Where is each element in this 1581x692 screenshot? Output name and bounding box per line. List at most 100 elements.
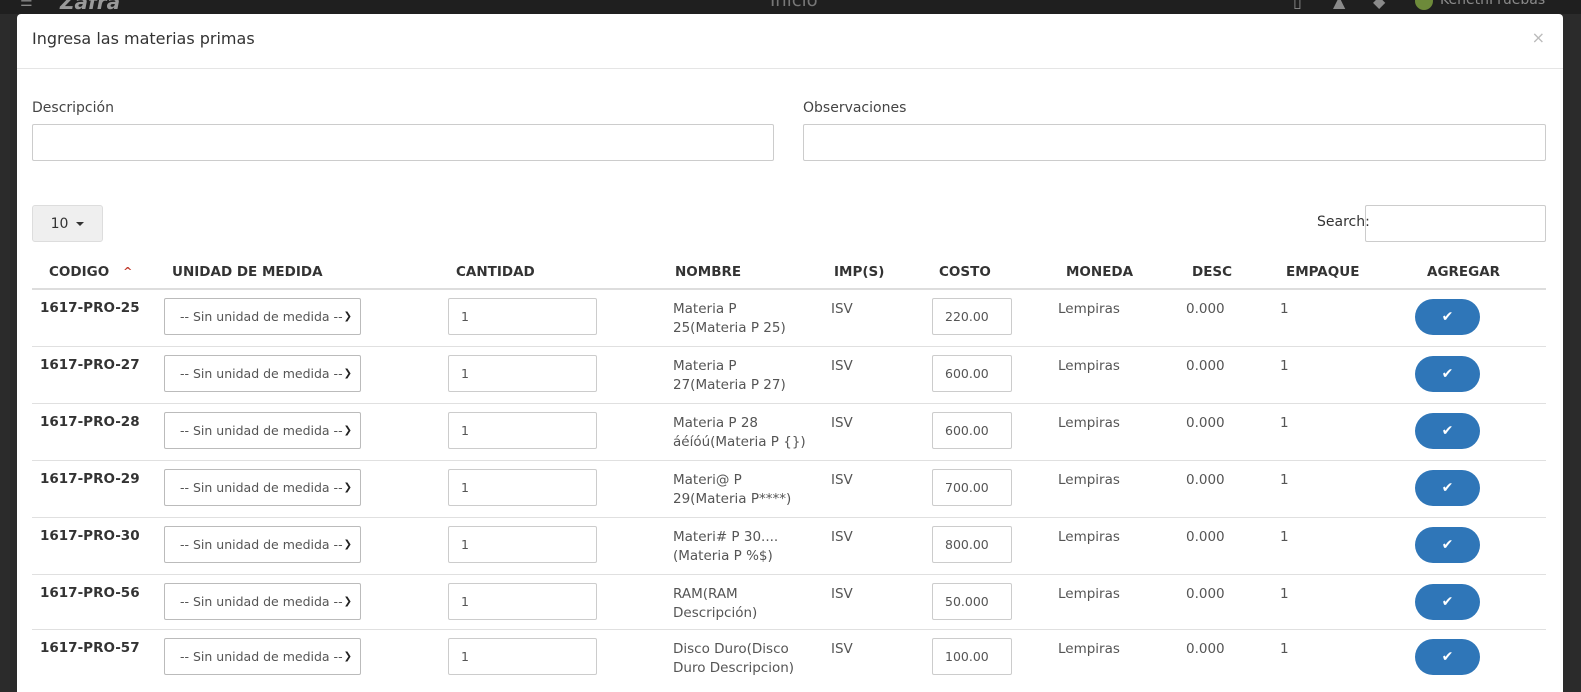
cell-cantidad: 1 — [441, 573, 660, 629]
chevron-down-icon: ❯ — [343, 481, 352, 493]
cell-empaque: 1 — [1277, 402, 1415, 460]
descripcion-input[interactable] — [32, 124, 774, 161]
check-icon: ✔ — [1441, 648, 1454, 665]
costo-input[interactable]: 220.00 — [932, 298, 1012, 335]
unidad-selected-value: -- Sin unidad de medida -- — [180, 648, 343, 664]
imp-text: ISV — [831, 301, 853, 317]
table-row: 1617-PRO-28 -- Sin unidad de medida -- ❯… — [32, 402, 1546, 460]
table-row: 1617-PRO-25 -- Sin unidad de medida -- ❯… — [32, 288, 1546, 346]
column-header-nombre[interactable]: NOMBRE — [660, 256, 819, 290]
cell-agregar: ✔ — [1415, 288, 1546, 346]
agregar-button[interactable]: ✔ — [1415, 583, 1480, 620]
cell-nombre: Materi# P 30.... (Materia P %$) — [660, 516, 819, 574]
cantidad-input[interactable]: 1 — [448, 354, 597, 392]
unidad-selected-value: -- Sin unidad de medida -- — [180, 365, 343, 381]
costo-input[interactable]: 50.000 — [932, 582, 1012, 620]
codigo-text: 1617-PRO-56 — [40, 584, 140, 601]
costo-input[interactable]: 600.00 — [932, 411, 1012, 449]
costo-input[interactable]: 800.00 — [932, 525, 1012, 563]
cell-costo: 700.00 — [925, 459, 1052, 517]
empaque-text: 1 — [1280, 640, 1289, 657]
app-logo: Zafra — [60, 0, 121, 14]
nombre-text: RAM(RAM Descripción) — [673, 585, 758, 621]
column-label: DESC — [1192, 264, 1233, 280]
page-length-dropdown[interactable]: 10 — [32, 205, 103, 242]
column-label: CANTIDAD — [456, 264, 535, 280]
descripcion-label: Descripción — [32, 100, 114, 116]
cell-moneda: Lempiras — [1052, 459, 1183, 517]
observaciones-input[interactable] — [803, 124, 1546, 161]
cantidad-input[interactable]: 1 — [448, 637, 597, 675]
cell-empaque: 1 — [1277, 288, 1415, 346]
chevron-down-icon: ❯ — [343, 367, 352, 379]
costo-input[interactable]: 100.00 — [932, 637, 1012, 675]
cantidad-input[interactable]: 1 — [448, 582, 597, 620]
unidad-select[interactable]: -- Sin unidad de medida -- ❯ — [164, 637, 361, 675]
check-icon: ✔ — [1441, 479, 1454, 496]
column-header-codigo[interactable]: CODIGO ^ — [32, 256, 157, 290]
moneda-text: Lempiras — [1058, 585, 1120, 602]
cell-nombre: RAM(RAM Descripción) — [660, 573, 819, 629]
unidad-select[interactable]: -- Sin unidad de medida -- ❯ — [164, 354, 361, 392]
unidad-select[interactable]: -- Sin unidad de medida -- ❯ — [164, 411, 361, 449]
cantidad-input[interactable]: 1 — [448, 525, 597, 563]
moneda-text: Lempiras — [1058, 471, 1120, 488]
empaque-text: 1 — [1280, 528, 1289, 545]
column-header-empaque[interactable]: EMPAQUE — [1277, 256, 1415, 290]
cell-empaque: 1 — [1277, 628, 1415, 686]
agregar-button[interactable]: ✔ — [1415, 412, 1480, 449]
cell-agregar: ✔ — [1415, 628, 1546, 686]
check-icon: ✔ — [1441, 422, 1454, 439]
column-header-desc[interactable]: DESC — [1183, 256, 1277, 290]
graduation-cap-icon[interactable]: ▲ — [1333, 0, 1345, 11]
agregar-button[interactable]: ✔ — [1415, 526, 1480, 563]
user-menu[interactable]: KenethPruebas — [1440, 0, 1545, 8]
close-button[interactable]: × — [1532, 28, 1545, 47]
menu-icon[interactable]: ☰ — [20, 0, 33, 10]
unidad-select[interactable]: -- Sin unidad de medida -- ❯ — [164, 298, 361, 335]
codigo-text: 1617-PRO-30 — [40, 527, 140, 544]
cell-nombre: Materia P 28 áéíóú(Materia P {}) — [660, 402, 819, 460]
agregar-button[interactable]: ✔ — [1415, 638, 1480, 675]
column-header-costo[interactable]: COSTO — [925, 256, 1052, 290]
modal-header: Ingresa las materias primas × — [17, 14, 1563, 69]
avatar[interactable] — [1415, 0, 1433, 10]
cell-cantidad: 1 — [441, 628, 660, 686]
unidad-select[interactable]: -- Sin unidad de medida -- ❯ — [164, 582, 361, 620]
agregar-button[interactable]: ✔ — [1415, 299, 1480, 335]
costo-input[interactable]: 600.00 — [932, 354, 1012, 392]
unidad-select[interactable]: -- Sin unidad de medida -- ❯ — [164, 525, 361, 563]
cell-unidad: -- Sin unidad de medida -- ❯ — [157, 345, 441, 403]
cell-unidad: -- Sin unidad de medida -- ❯ — [157, 628, 441, 686]
column-header-imp[interactable]: IMP(S) — [819, 256, 925, 290]
mobile-icon[interactable]: ▯ — [1293, 0, 1302, 11]
cantidad-input[interactable]: 1 — [448, 468, 597, 506]
column-header-agregar[interactable]: AGREGAR — [1415, 256, 1546, 290]
cell-unidad: -- Sin unidad de medida -- ❯ — [157, 402, 441, 460]
column-header-moneda[interactable]: MONEDA — [1052, 256, 1183, 290]
app-header: ☰ Zafra Inicio ▯ ▲ ◆ KenethPruebas — [0, 0, 1581, 14]
cantidad-input[interactable]: 1 — [448, 411, 597, 449]
search-input[interactable] — [1365, 205, 1546, 242]
column-header-cantidad[interactable]: CANTIDAD — [441, 256, 660, 290]
desc-text: 0.000 — [1186, 528, 1225, 545]
tags-icon[interactable]: ◆ — [1373, 0, 1385, 11]
column-label: COSTO — [939, 264, 991, 280]
table-header-row: CODIGO ^ UNIDAD DE MEDIDA CANTIDAD NOMBRE… — [32, 256, 1546, 290]
cell-imp: ISV — [819, 573, 925, 629]
moneda-text: Lempiras — [1058, 414, 1120, 431]
column-header-unidad[interactable]: UNIDAD DE MEDIDA — [157, 256, 441, 290]
cell-cantidad: 1 — [441, 288, 660, 346]
search-label: Search: — [1317, 214, 1370, 230]
costo-input[interactable]: 700.00 — [932, 468, 1012, 506]
agregar-button[interactable]: ✔ — [1415, 469, 1480, 506]
unidad-select[interactable]: -- Sin unidad de medida -- ❯ — [164, 468, 361, 506]
agregar-button[interactable]: ✔ — [1415, 355, 1480, 392]
cantidad-input[interactable]: 1 — [448, 298, 597, 335]
imp-text: ISV — [831, 640, 853, 657]
cell-moneda: Lempiras — [1052, 573, 1183, 629]
page-name: Inicio — [770, 0, 818, 11]
cell-moneda: Lempiras — [1052, 345, 1183, 403]
cell-desc: 0.000 — [1183, 402, 1277, 460]
moneda-text: Lempiras — [1058, 528, 1120, 545]
